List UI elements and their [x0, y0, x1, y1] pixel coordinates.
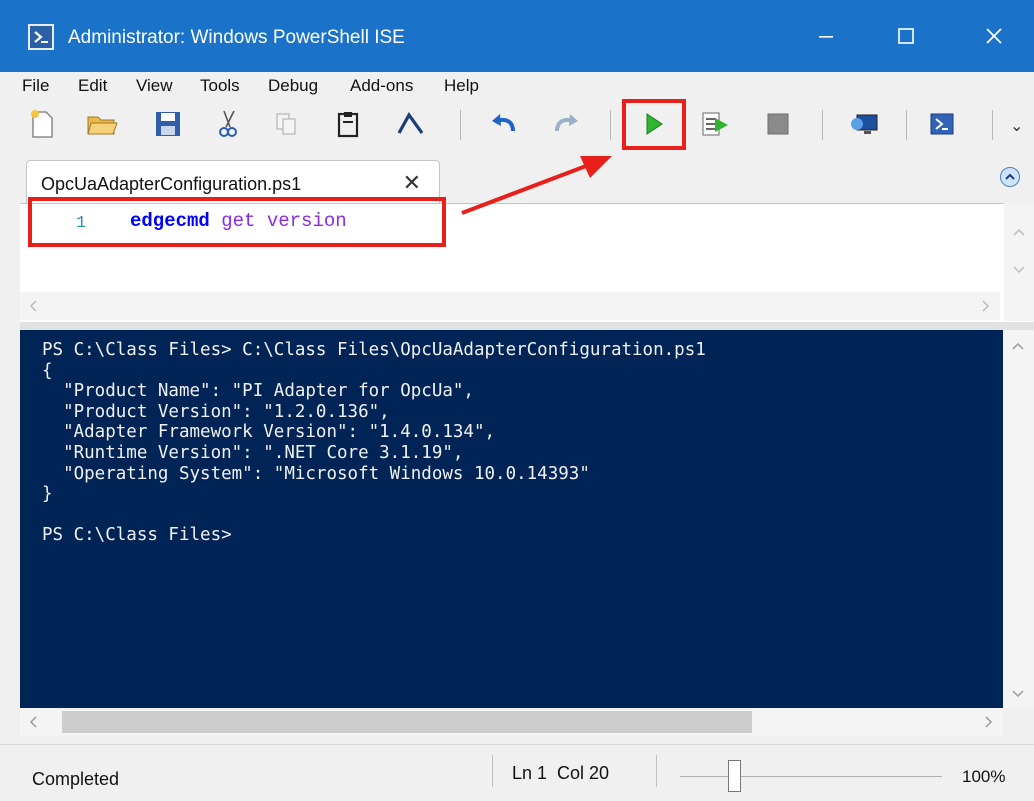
status-separator: [656, 755, 657, 787]
status-bar: Completed Ln 1 Col 20 100%: [0, 744, 1034, 801]
zoom-slider-track[interactable]: [680, 776, 942, 777]
cursor-position: Ln 1 Col 20: [512, 763, 610, 783]
annotation-arrow: [461, 156, 612, 215]
zoom-level: 100%: [962, 767, 1006, 786]
status-text: Completed: [32, 769, 120, 789]
zoom-slider-thumb[interactable]: [728, 760, 741, 792]
status-separator: [492, 755, 493, 787]
